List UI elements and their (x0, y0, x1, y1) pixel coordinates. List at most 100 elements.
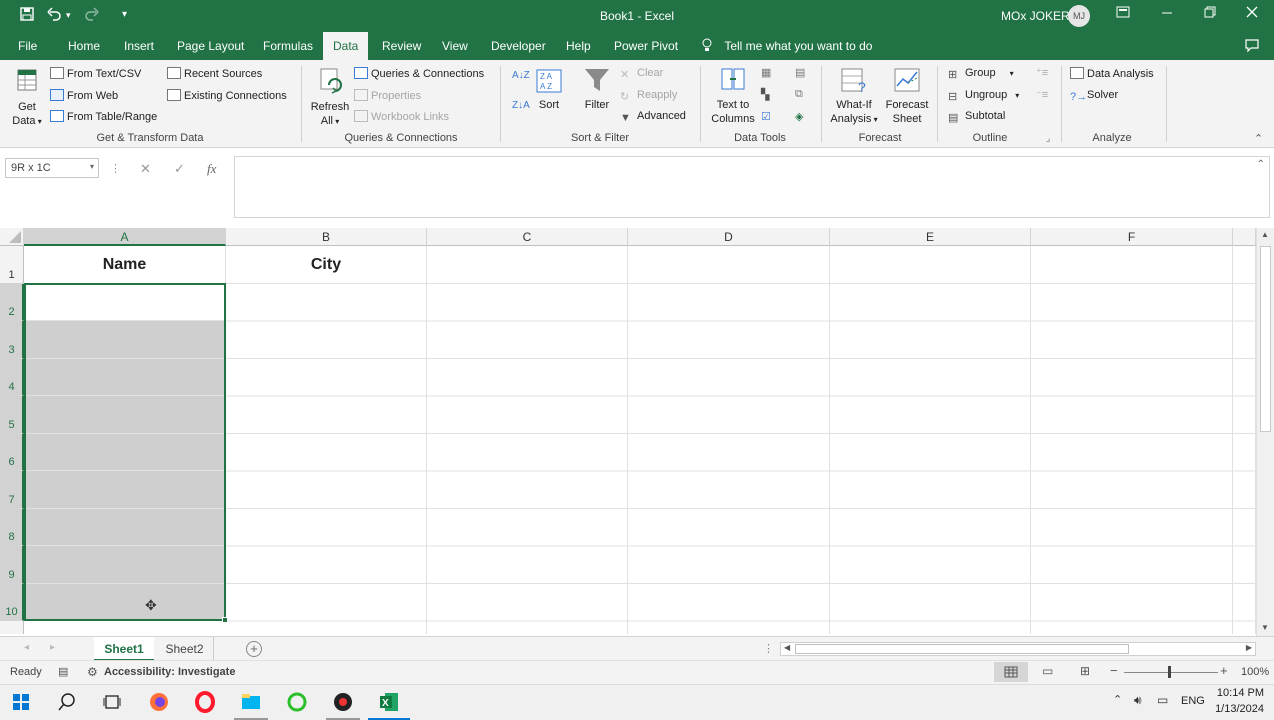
scroll-up-icon[interactable]: ▲ (1261, 230, 1269, 239)
normal-view-button[interactable] (994, 662, 1028, 682)
ungroup-button[interactable]: ⊟ Ungroup ▾ (948, 89, 1019, 103)
dialog-launcher-icon[interactable]: ⌟ (1046, 133, 1050, 144)
tab-data[interactable]: Data (323, 32, 369, 60)
tab-developer[interactable]: Developer (491, 39, 546, 53)
cell-a4[interactable] (24, 359, 226, 396)
row-header-9[interactable]: 9 (0, 546, 24, 584)
sort-az-icon[interactable]: A↓Z (512, 70, 530, 81)
tab-home[interactable]: Home (68, 39, 100, 53)
cell-a3[interactable] (24, 321, 226, 359)
cancel-icon[interactable]: ✕ (140, 161, 151, 177)
manage-data-model-icon[interactable]: ◈ (795, 110, 803, 123)
get-data-button[interactable]: Get Data ▾ (8, 66, 46, 129)
column-e-cells[interactable] (830, 284, 1031, 634)
sort-za-icon[interactable]: Z↓A (512, 100, 530, 111)
column-header-a[interactable]: A (24, 228, 226, 246)
zoom-in-icon[interactable]: + (1220, 663, 1228, 678)
column-header-b[interactable]: B (226, 228, 427, 246)
minimize-icon[interactable] (1161, 5, 1173, 22)
reapply-button[interactable]: ↻ Reapply (620, 89, 677, 103)
collapse-ribbon-icon[interactable]: ⌃ (1254, 132, 1263, 145)
subtotal-button[interactable]: ▤ Subtotal (948, 110, 1005, 124)
what-if-analysis-button[interactable]: ? What-If Analysis ▾ (828, 66, 880, 127)
windows-start-icon[interactable] (10, 691, 34, 715)
accessibility-icon[interactable]: ⚙ (87, 665, 98, 679)
row-header-3[interactable]: 3 (0, 321, 24, 359)
name-box-dropdown-icon[interactable]: ▾ (90, 162, 94, 171)
expand-formula-bar-icon[interactable]: ⌃ (1257, 159, 1265, 170)
sheet-tab-sheet1[interactable]: Sheet1 (94, 637, 154, 661)
cell-a7[interactable] (24, 471, 226, 509)
select-all-button[interactable] (0, 228, 24, 246)
row-header-1[interactable]: 1 (0, 246, 24, 284)
solver-button[interactable]: ?→Solver (1070, 89, 1118, 103)
flash-fill-icon[interactable]: ▦ (761, 66, 771, 79)
tab-view[interactable]: View (442, 39, 468, 53)
zoom-out-icon[interactable]: − (1110, 663, 1118, 678)
column-header-f[interactable]: F (1031, 228, 1233, 246)
scroll-right-icon[interactable]: ▶ (1246, 643, 1252, 652)
row-header-2[interactable]: 2 (0, 284, 24, 321)
name-box[interactable]: 9R x 1C ▾ (5, 158, 99, 178)
data-analysis-button[interactable]: Data Analysis (1070, 67, 1154, 80)
cell-a9[interactable] (24, 546, 226, 584)
data-validation-icon[interactable]: ☑ (761, 110, 771, 123)
sheet-tab-sheet2[interactable]: Sheet2 (156, 637, 214, 661)
excel-icon[interactable]: X (378, 691, 402, 715)
row-header-10[interactable]: 10 (0, 584, 24, 621)
horizontal-scrollbar[interactable]: ◀ ▶ (780, 642, 1256, 656)
formula-input[interactable]: ⌃ (234, 156, 1270, 218)
tab-file[interactable]: File (18, 39, 37, 53)
properties-button[interactable]: Properties (354, 89, 421, 102)
opera-icon[interactable] (194, 691, 218, 715)
hide-detail-icon[interactable]: ⁻≡ (1036, 88, 1048, 101)
task-view-icon[interactable] (101, 691, 125, 715)
cell-b1[interactable]: City (226, 246, 427, 284)
column-f-cells[interactable] (1031, 284, 1233, 634)
existing-connections-button[interactable]: Existing Connections (167, 89, 287, 102)
group-button[interactable]: ⊞ Group ▾ (948, 67, 1014, 81)
row-header-6[interactable]: 6 (0, 434, 24, 471)
prev-sheet-icon[interactable]: ◂ (24, 642, 29, 653)
page-layout-view-icon[interactable]: ▭ (1042, 664, 1053, 678)
scroll-left-icon[interactable]: ◀ (784, 643, 790, 652)
workbook-links-button[interactable]: Workbook Links (354, 110, 449, 123)
row-header-5[interactable]: 5 (0, 396, 24, 434)
next-sheet-icon[interactable]: ▸ (50, 642, 55, 653)
cell-a10[interactable] (24, 584, 226, 621)
cell-a8[interactable] (24, 509, 226, 546)
refresh-all-button[interactable]: Refresh All ▾ (309, 66, 351, 129)
scroll-down-icon[interactable]: ▼ (1261, 623, 1269, 632)
language-indicator[interactable]: ENG (1181, 695, 1205, 707)
ribbon-display-icon[interactable] (1116, 5, 1130, 22)
vertical-scroll-thumb[interactable] (1260, 246, 1271, 432)
sort-button[interactable]: Z AA Z Sort (533, 68, 565, 112)
tab-page-layout[interactable]: Page Layout (177, 39, 244, 53)
advanced-filter-button[interactable]: ▼ Advanced (620, 110, 686, 124)
network-icon[interactable]: ▭ (1157, 693, 1168, 707)
relationships-icon[interactable]: ⧉ (795, 88, 803, 101)
column-d-cells[interactable] (628, 284, 830, 634)
vertical-scrollbar[interactable]: ▲ ▼ (1256, 228, 1274, 636)
tab-formulas[interactable]: Formulas (263, 39, 313, 53)
green-app-icon[interactable] (286, 691, 310, 715)
zoom-level[interactable]: 100% (1241, 666, 1269, 678)
cell-a1[interactable]: Name (24, 246, 226, 284)
clock-time[interactable]: 10:14 PM (1212, 687, 1264, 699)
queries-connections-button[interactable]: Queries & Connections (354, 67, 484, 80)
clear-filter-button[interactable]: ✕ Clear (620, 67, 663, 81)
zoom-slider[interactable] (1124, 672, 1218, 673)
cell-e1[interactable] (830, 246, 1031, 284)
show-detail-icon[interactable]: ⁺≡ (1036, 66, 1048, 79)
column-header-d[interactable]: D (628, 228, 830, 246)
row-header-8[interactable]: 8 (0, 509, 24, 546)
cell-c1[interactable] (427, 246, 628, 284)
enter-icon[interactable]: ✓ (174, 161, 185, 177)
cell-a2[interactable] (24, 284, 226, 321)
horizontal-scroll-thumb[interactable] (795, 644, 1129, 654)
from-table-range-button[interactable]: From Table/Range (50, 110, 157, 123)
from-web-button[interactable]: From Web (50, 89, 118, 102)
cell-a6[interactable] (24, 434, 226, 471)
firefox-icon[interactable] (148, 691, 172, 715)
zoom-slider-thumb[interactable] (1168, 666, 1171, 678)
